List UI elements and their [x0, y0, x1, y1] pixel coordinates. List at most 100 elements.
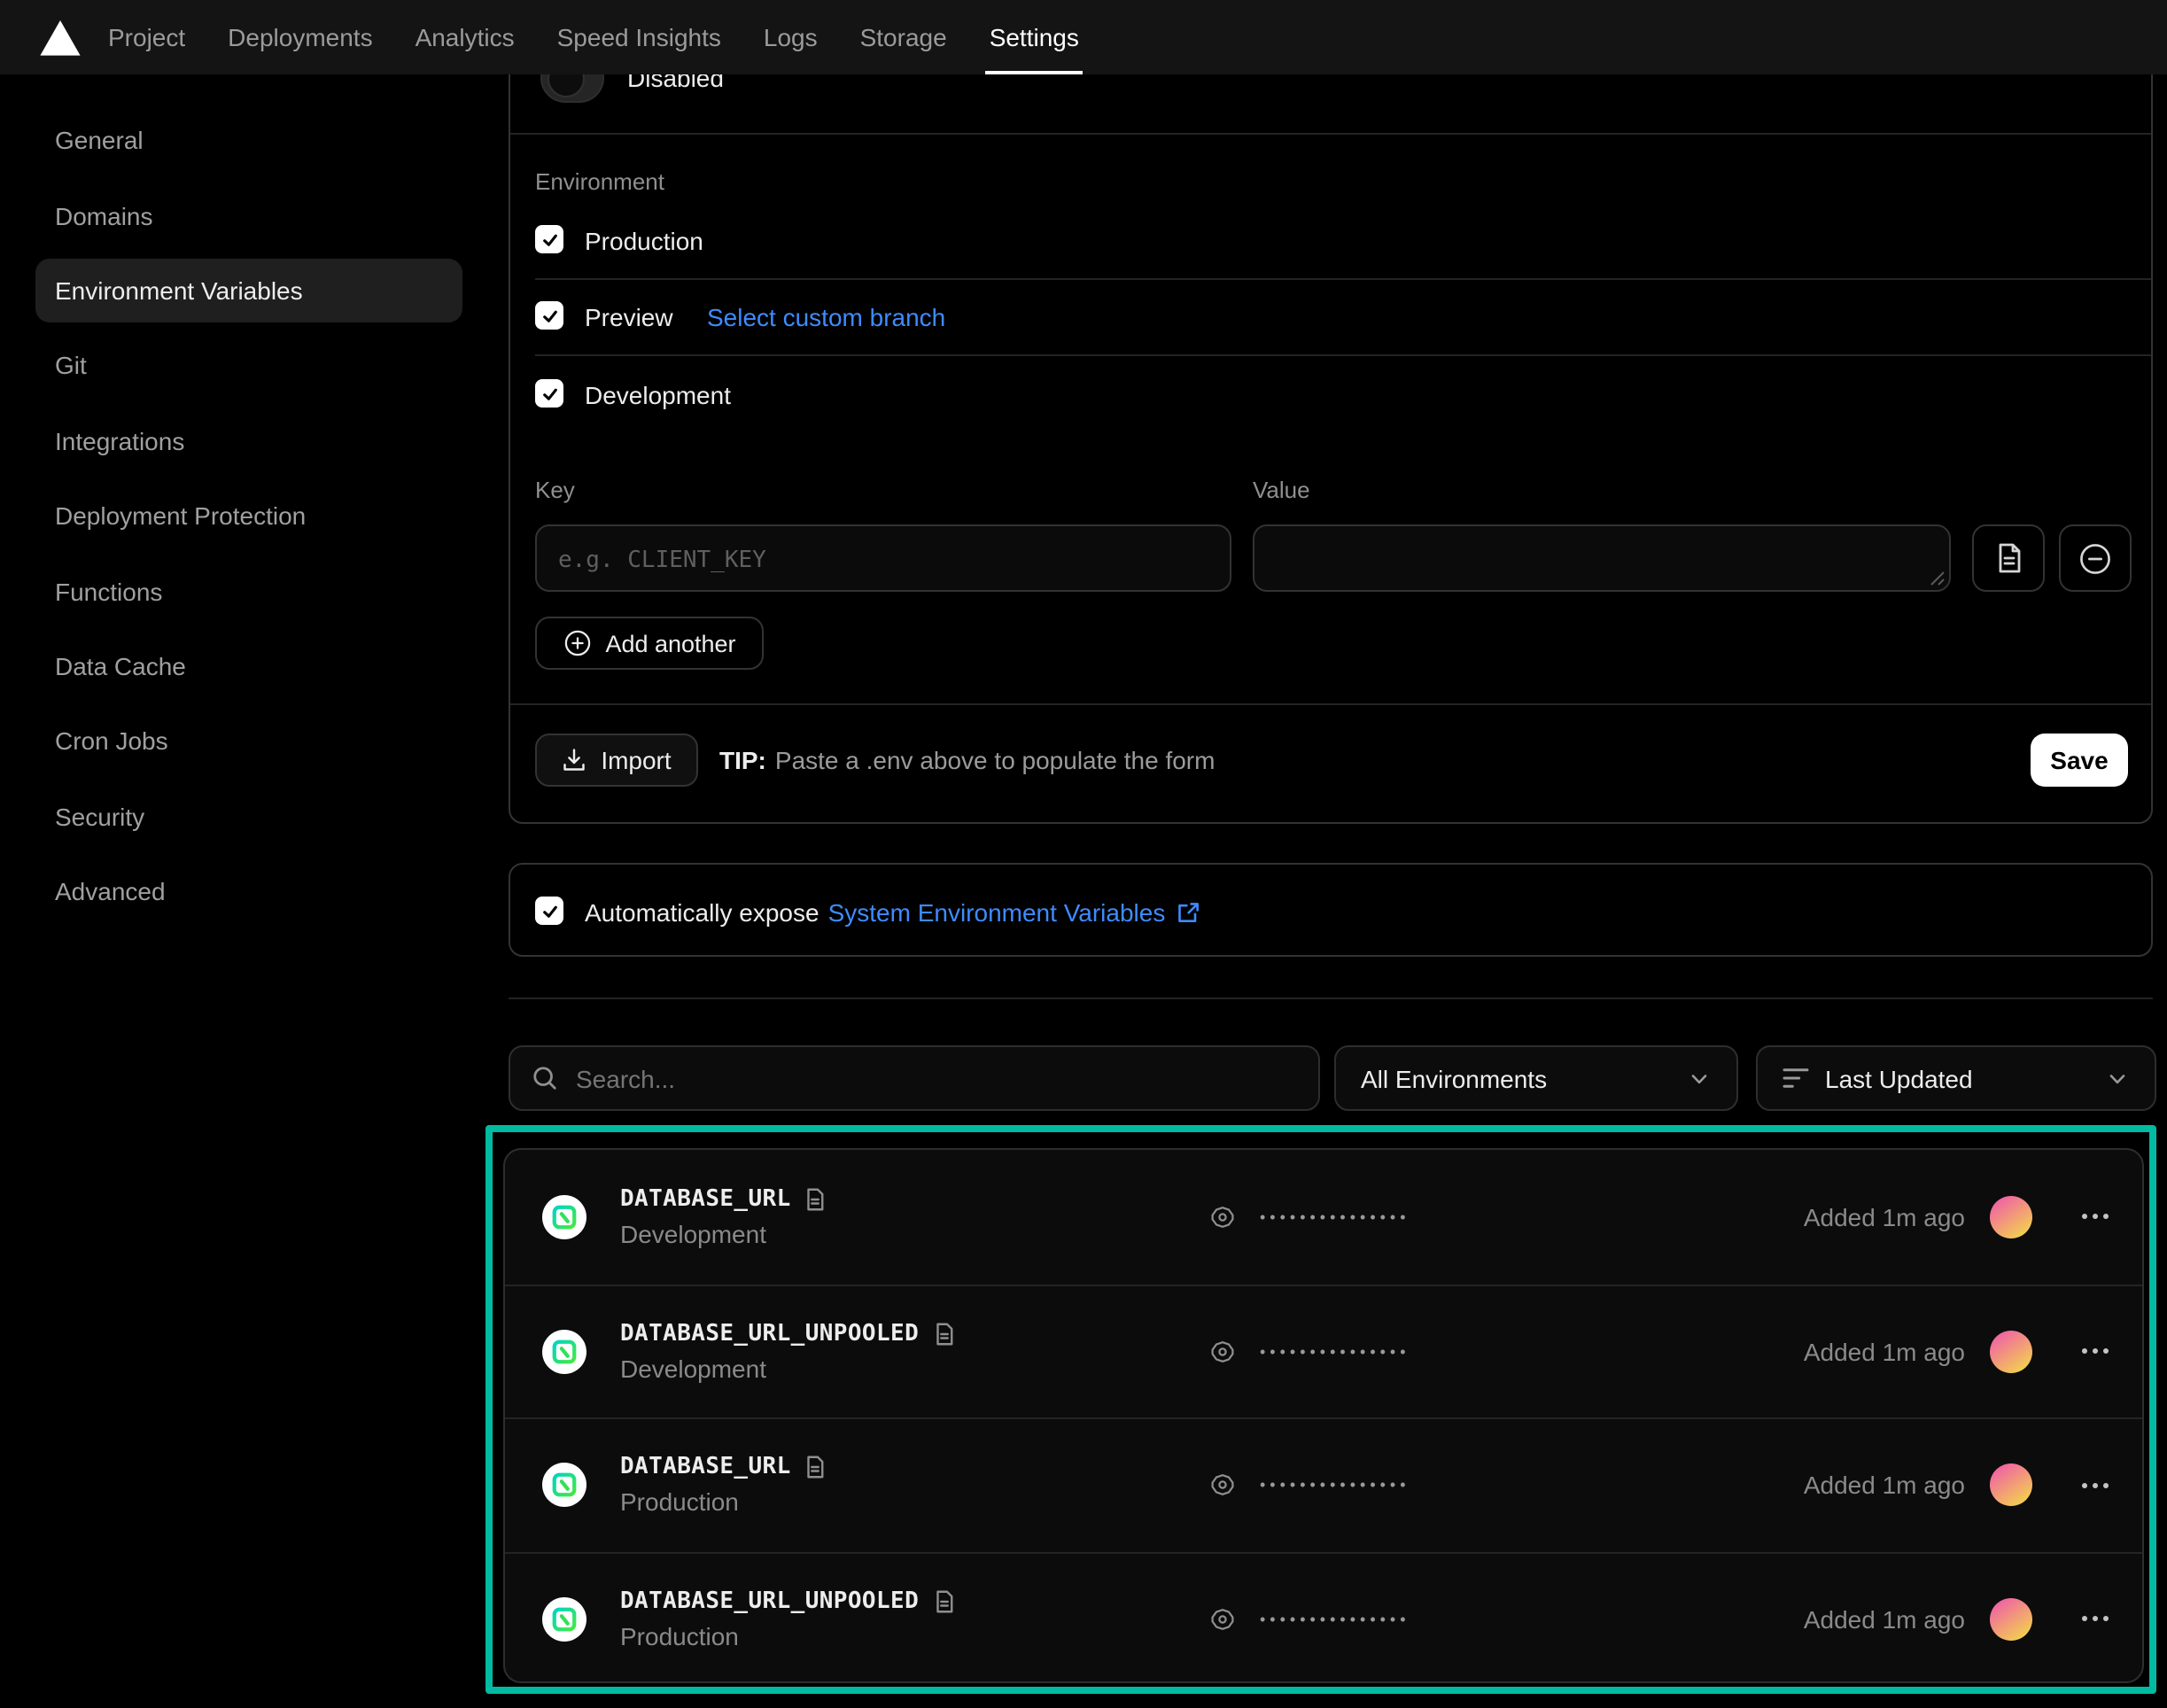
plus-circle-icon	[563, 629, 591, 657]
sidebar-item-advanced[interactable]: Advanced	[35, 854, 462, 929]
checkbox-development-label: Development	[585, 381, 731, 409]
value-label: Value	[1253, 477, 1310, 503]
row-menu-button[interactable]	[2075, 1342, 2116, 1362]
sidebar-item-domains[interactable]: Domains	[35, 178, 462, 253]
checkbox-production-label: Production	[585, 227, 703, 255]
checkbox-preview-label: Preview	[585, 303, 673, 331]
env-var-row[interactable]: DATABASE_URL_UNPOOLED Production •••••••…	[505, 1551, 2142, 1683]
added-timestamp: Added 1m ago	[1804, 1338, 1965, 1366]
nav-tabs: Project Deployments Analytics Speed Insi…	[108, 0, 1079, 74]
nav-tab-analytics[interactable]: Analytics	[416, 0, 515, 74]
value-input[interactable]	[1253, 524, 1951, 592]
reveal-eye-icon[interactable]	[1207, 1603, 1239, 1635]
tip-body: Paste a .env above to populate the form	[775, 746, 1216, 774]
masked-value: •••••••••••••••	[1260, 1208, 1410, 1226]
row-meta: Added 1m ago	[1804, 1196, 2116, 1238]
checkbox-production[interactable]	[535, 225, 563, 253]
neon-integration-icon	[542, 1463, 586, 1508]
add-another-button[interactable]: Add another	[535, 617, 764, 670]
note-icon	[933, 1321, 954, 1347]
paste-env-button[interactable]	[1972, 524, 2045, 592]
row-menu-button[interactable]	[2075, 1610, 2116, 1629]
nav-tab-speed-insights[interactable]: Speed Insights	[557, 0, 721, 74]
sidebar-item-integrations[interactable]: Integrations	[35, 403, 462, 478]
system-env-link[interactable]: System Environment Variables	[828, 898, 1166, 927]
nav-tab-settings[interactable]: Settings	[990, 0, 1079, 74]
nav-tab-deployments[interactable]: Deployments	[228, 0, 372, 74]
environment-filter-value: All Environments	[1361, 1064, 1547, 1092]
search-icon	[532, 1065, 558, 1091]
row-menu-button[interactable]	[2075, 1207, 2116, 1227]
sidebar-item-functions[interactable]: Functions	[35, 554, 462, 629]
remove-row-button[interactable]	[2059, 524, 2132, 592]
sidebar-item-environment-variables[interactable]: Environment Variables	[35, 253, 462, 329]
chevron-down-icon	[1687, 1066, 1712, 1091]
note-icon	[805, 1455, 827, 1481]
sidebar-item-general[interactable]: General	[35, 103, 462, 178]
nav-tab-logs[interactable]: Logs	[764, 0, 818, 74]
divider	[509, 998, 2153, 999]
settings-sidebar: General Domains Environment Variables Gi…	[35, 103, 462, 929]
divider	[510, 703, 2151, 705]
neon-integration-icon	[542, 1195, 586, 1239]
env-var-row[interactable]: DATABASE_URL Development •••••••••••••••	[505, 1150, 2142, 1284]
masked-value: •••••••••••••••	[1260, 1611, 1410, 1628]
neon-integration-icon	[542, 1330, 586, 1374]
check-icon	[540, 384, 559, 403]
env-var-row[interactable]: DATABASE_URL_UNPOOLED Development ••••••…	[505, 1284, 2142, 1417]
masked-value: •••••••••••••••	[1260, 1343, 1410, 1361]
user-avatar	[1990, 1464, 2032, 1507]
user-avatar	[1990, 1598, 2032, 1641]
check-icon	[540, 901, 559, 920]
added-timestamp: Added 1m ago	[1804, 1605, 1965, 1634]
row-value: •••••••••••••••	[1207, 1201, 1410, 1233]
note-icon	[933, 1588, 954, 1615]
env-var-name: DATABASE_URL	[620, 1186, 791, 1213]
row-meta: Added 1m ago	[1804, 1598, 2116, 1641]
environment-section-label: Environment	[535, 168, 664, 195]
nav-tab-storage[interactable]: Storage	[860, 0, 947, 74]
tip-text: TIP: Paste a .env above to populate the …	[719, 746, 1215, 774]
row-menu-button[interactable]	[2075, 1476, 2116, 1495]
search-input[interactable]	[576, 1064, 1249, 1092]
env-var-row[interactable]: DATABASE_URL Production •••••••••••••••	[505, 1417, 2142, 1551]
key-input[interactable]	[535, 524, 1231, 592]
added-timestamp: Added 1m ago	[1804, 1471, 1965, 1500]
user-avatar	[1990, 1196, 2032, 1238]
value-input-wrap	[1253, 524, 1951, 592]
reveal-eye-icon[interactable]	[1207, 1201, 1239, 1233]
sidebar-item-git[interactable]: Git	[35, 328, 462, 403]
tip-bold: TIP:	[719, 746, 766, 774]
checkbox-preview[interactable]	[535, 301, 563, 330]
import-button[interactable]: Import	[535, 734, 698, 787]
sidebar-item-cron-jobs[interactable]: Cron Jobs	[35, 703, 462, 779]
sort-value: Last Updated	[1825, 1064, 1973, 1092]
file-text-icon	[1994, 542, 2023, 574]
user-avatar	[1990, 1331, 2032, 1373]
checkbox-system-env[interactable]	[535, 897, 563, 925]
masked-value: •••••••••••••••	[1260, 1477, 1410, 1494]
checkbox-development[interactable]	[535, 379, 563, 408]
row-meta: Added 1m ago	[1804, 1331, 2116, 1373]
import-download-icon	[562, 748, 586, 772]
select-custom-branch-link[interactable]: Select custom branch	[707, 303, 945, 331]
sidebar-item-data-cache[interactable]: Data Cache	[35, 628, 462, 703]
sidebar-item-deployment-protection[interactable]: Deployment Protection	[35, 478, 462, 554]
save-button[interactable]: Save	[2031, 734, 2128, 787]
page: Disabled Environment Production Preview …	[0, 0, 2167, 1708]
env-var-name: DATABASE_URL_UNPOOLED	[620, 1321, 919, 1347]
import-label: Import	[601, 746, 671, 774]
vercel-logo-icon[interactable]	[39, 19, 82, 56]
row-identity: DATABASE_URL_UNPOOLED Production	[542, 1588, 954, 1650]
env-var-environment: Production	[620, 1622, 954, 1650]
sort-dropdown[interactable]: Last Updated	[1756, 1045, 2156, 1111]
note-icon	[805, 1186, 827, 1213]
search-box	[509, 1045, 1320, 1111]
reveal-eye-icon[interactable]	[1207, 1470, 1239, 1502]
environment-filter-dropdown[interactable]: All Environments	[1334, 1045, 1738, 1111]
nav-tab-project[interactable]: Project	[108, 0, 185, 74]
sidebar-item-security[interactable]: Security	[35, 779, 462, 854]
env-var-name: DATABASE_URL	[620, 1455, 791, 1481]
top-nav: Project Deployments Analytics Speed Insi…	[0, 0, 2167, 74]
reveal-eye-icon[interactable]	[1207, 1336, 1239, 1368]
